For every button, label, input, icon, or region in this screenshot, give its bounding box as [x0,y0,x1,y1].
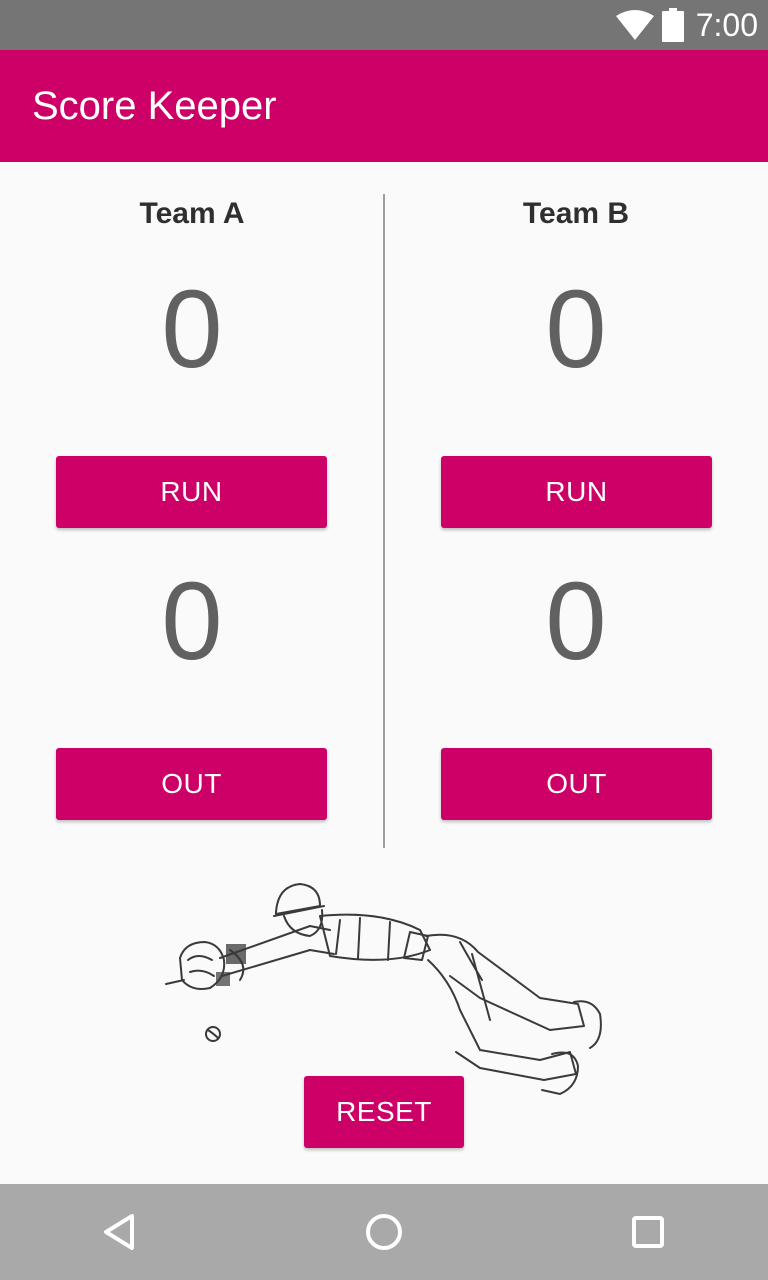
diving-baseball-player-illustration [165,883,602,1095]
team-b-run-button[interactable]: RUN [441,456,712,528]
wifi-icon [615,10,654,40]
team-a-runs: 0 [161,268,223,391]
status-bar: 7:00 [0,0,768,50]
back-icon [104,1214,134,1250]
status-icons: 7:00 [615,0,758,50]
recents-button[interactable] [624,1208,672,1256]
reset-button[interactable]: RESET [304,1076,464,1148]
recents-icon [632,1216,664,1248]
team-b-name: Team B [522,197,630,230]
team-b-outs: 0 [545,560,607,683]
home-button[interactable] [360,1208,408,1256]
status-time: 7:00 [695,6,758,43]
back-button[interactable] [96,1208,144,1256]
navigation-bar [0,1184,768,1280]
app-bar: Score Keeper [0,50,768,162]
team-b-runs: 0 [545,268,607,391]
team-a-out-button[interactable]: OUT [56,748,327,820]
team-b-out-button[interactable]: OUT [441,748,712,820]
team-a-name: Team A [139,197,245,230]
battery-icon [661,8,684,42]
team-a-outs: 0 [161,560,223,683]
app-title: Score Keeper [32,84,277,128]
home-icon [366,1214,402,1250]
team-a-run-button[interactable]: RUN [56,456,327,528]
